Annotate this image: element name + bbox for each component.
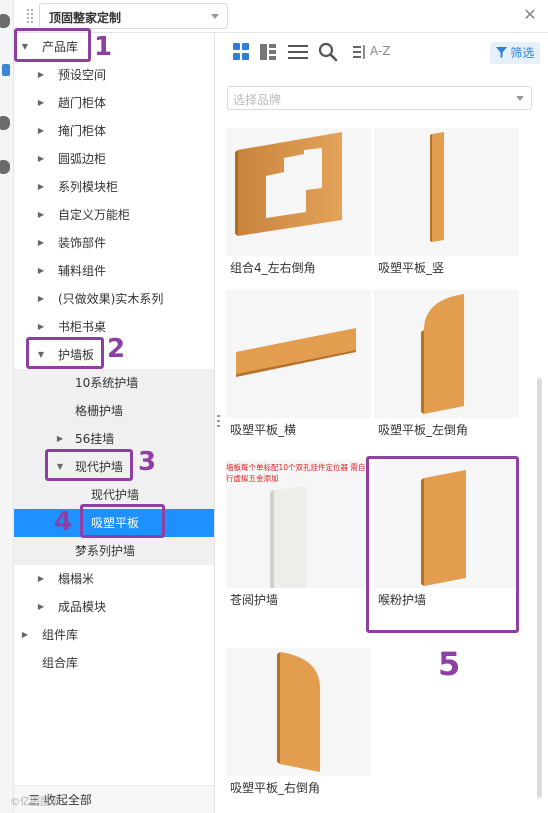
annotation-number-4: 4: [54, 507, 73, 537]
tree-item[interactable]: 组合库: [14, 649, 214, 677]
panel-header: 顶固整家定制 ✕: [14, 0, 548, 33]
tree-item[interactable]: 格栅护墙: [14, 397, 214, 425]
close-icon[interactable]: ✕: [522, 7, 538, 23]
product-name: 吸塑平板_右倒角: [230, 781, 321, 795]
product-card[interactable]: 吸塑平板_横: [226, 290, 371, 450]
annotation-number-3: 3: [138, 447, 157, 477]
annotation-box-4: [80, 504, 165, 538]
product-name: 吸塑平板_竖: [378, 261, 445, 275]
product-thumbnail: [226, 290, 371, 418]
tool-icon: [0, 160, 10, 174]
product-thumbnail: [226, 648, 371, 776]
detail-view-icon[interactable]: [260, 42, 280, 62]
sort-label[interactable]: A-Z: [370, 44, 391, 58]
tool-icon: [0, 116, 10, 130]
brand-select-placeholder: 选择品牌: [233, 93, 282, 107]
search-icon[interactable]: [318, 42, 338, 62]
product-name: 吸塑平板_横: [230, 423, 297, 437]
category-tree: ▼ 产品库 ▶ 预设空间 ▶ 趟门柜体 ▶ 掩门柜体 ▶ 圆弧边柜 ▶ 系列模块…: [14, 33, 215, 813]
library-select-value: 顶固整家定制: [49, 11, 122, 25]
product-thumbnail: [226, 128, 371, 256]
annotation-number-5: 5: [438, 645, 461, 683]
product-card[interactable]: 墙板每个单标配10个双孔挂件定位器 需自行虚拟五金添加 苍阅护墙: [226, 460, 371, 620]
annotation-number-1: 1: [94, 32, 113, 62]
scrollbar[interactable]: [537, 378, 542, 798]
annotation-box-2: [26, 337, 104, 369]
list-view-icon[interactable]: [288, 42, 308, 62]
tree-item[interactable]: ▶ (只做效果)实木系列: [14, 285, 214, 313]
sort-icon[interactable]: [352, 42, 366, 62]
toolbar: A-Z 筛选: [222, 34, 540, 74]
app-edge: [0, 0, 14, 813]
tree-item[interactable]: ▶ 趟门柜体: [14, 89, 214, 117]
product-card[interactable]: 吸塑平板_右倒角: [226, 648, 371, 808]
library-select[interactable]: 顶固整家定制: [39, 3, 228, 29]
caret-right-icon[interactable]: ▶: [36, 593, 46, 621]
product-card[interactable]: 吸塑平板_竖: [374, 128, 519, 288]
tool-icon: [2, 64, 10, 76]
tool-icon: [0, 14, 10, 28]
caret-right-icon[interactable]: ▶: [36, 565, 46, 593]
caret-right-icon[interactable]: ▶: [36, 145, 46, 173]
tree-item[interactable]: ▶ 预设空间: [14, 61, 214, 89]
product-thumbnail: [374, 128, 519, 256]
tree-item[interactable]: ▶ 圆弧边柜: [14, 145, 214, 173]
caret-right-icon[interactable]: ▶: [36, 89, 46, 117]
grid-view-icon[interactable]: [232, 42, 252, 62]
tree-item[interactable]: ▶ 掩门柜体: [14, 117, 214, 145]
annotation-number-2: 2: [107, 334, 126, 364]
annotation-box-3: [45, 449, 133, 481]
filter-button[interactable]: 筛选: [490, 42, 540, 64]
product-thumbnail: [374, 290, 519, 418]
filter-icon: [495, 47, 507, 58]
caret-right-icon[interactable]: ▶: [36, 117, 46, 145]
product-thumbnail: 墙板每个单标配10个双孔挂件定位器 需自行虚拟五金添加: [226, 460, 371, 588]
drag-handle-icon[interactable]: [27, 9, 37, 23]
tree-item[interactable]: 梦系列护墙: [14, 537, 214, 565]
caret-right-icon[interactable]: ▶: [36, 285, 46, 313]
product-card[interactable]: 组合4_左右倒角: [226, 128, 371, 288]
caret-right-icon[interactable]: ▶: [36, 201, 46, 229]
tree-item[interactable]: ▶ 榻榻米: [14, 565, 214, 593]
product-name: 苍阅护墙: [230, 593, 279, 607]
product-name: 吸塑平板_左倒角: [378, 423, 469, 437]
chevron-down-icon: [516, 96, 524, 101]
annotation-box-5: [366, 456, 519, 633]
caret-right-icon[interactable]: ▶: [36, 257, 46, 285]
tree-item[interactable]: ▶ 组件库: [14, 621, 214, 649]
caret-right-icon[interactable]: ▶: [36, 61, 46, 89]
brand-select[interactable]: 选择品牌: [227, 86, 532, 110]
watermark: ©亿图图示: [10, 797, 60, 808]
caret-right-icon[interactable]: ▶: [36, 229, 46, 257]
annotation-box-1: [14, 28, 91, 62]
tree-item[interactable]: 10系统护墙: [14, 369, 214, 397]
tree-item[interactable]: ▶ 自定义万能柜: [14, 201, 214, 229]
caret-right-icon[interactable]: ▶: [20, 621, 30, 649]
product-card[interactable]: 吸塑平板_左倒角: [374, 290, 519, 450]
tree-item[interactable]: ▶ 成品模块: [14, 593, 214, 621]
splitter-handle[interactable]: [217, 415, 220, 429]
tree-item[interactable]: ▶ 装饰部件: [14, 229, 214, 257]
product-name: 组合4_左右倒角: [230, 261, 316, 275]
product-note: 墙板每个单标配10个双孔挂件定位器 需自行虚拟五金添加: [226, 463, 366, 483]
tree-item[interactable]: ▶ 系列模块柜: [14, 173, 214, 201]
tree-item[interactable]: ▶ 辅料组件: [14, 257, 214, 285]
chevron-down-icon: [211, 14, 219, 19]
caret-right-icon[interactable]: ▶: [36, 173, 46, 201]
